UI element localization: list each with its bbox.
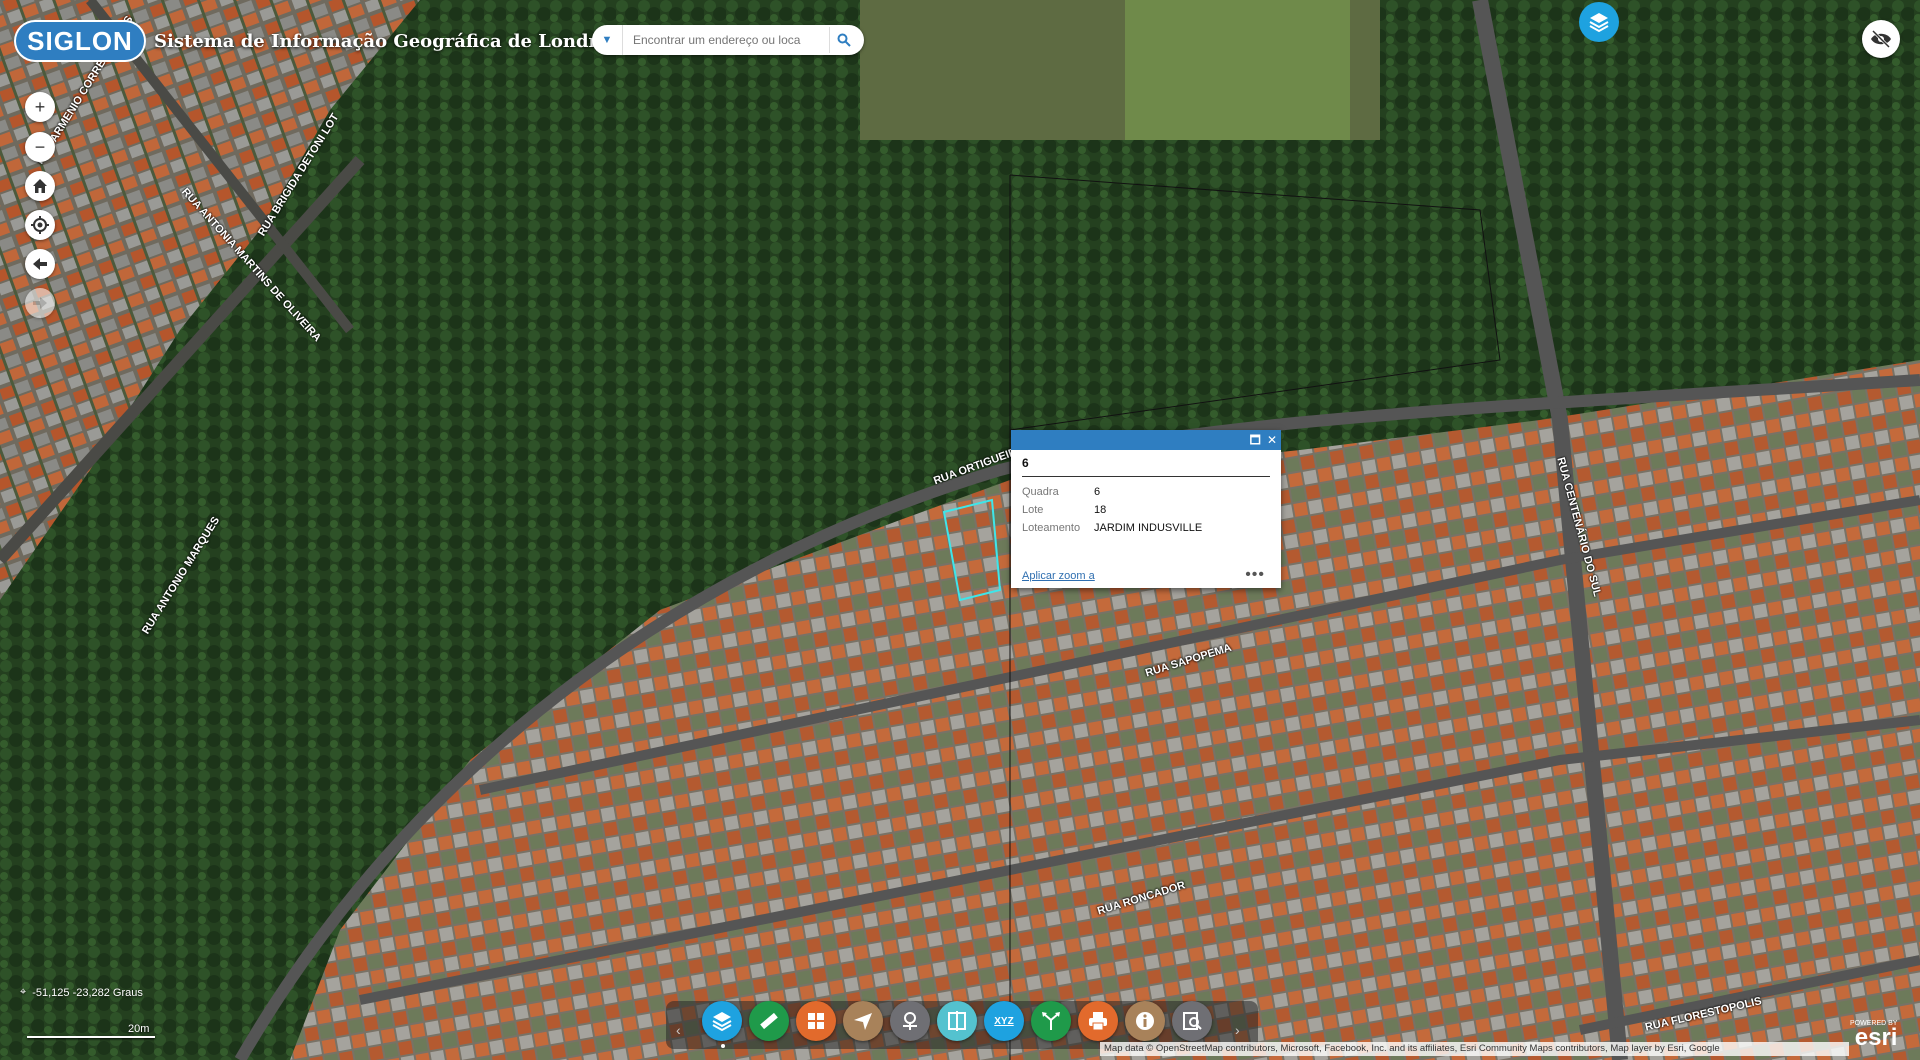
field-name: Lote xyxy=(1022,504,1044,516)
zoom-to-link[interactable]: Aplicar zoom a xyxy=(1022,570,1095,582)
directions-icon xyxy=(1042,1012,1060,1030)
crosshair-icon[interactable]: ⌖ xyxy=(20,986,26,999)
maximize-icon[interactable]: 🗖 xyxy=(1250,433,1261,447)
swipe-tool[interactable] xyxy=(937,1001,977,1041)
swipe-icon xyxy=(948,1011,966,1031)
popup-row: Quadra 6 xyxy=(1022,483,1202,501)
info-icon xyxy=(1136,1012,1154,1030)
visibility-toggle-button[interactable] xyxy=(1862,20,1900,58)
zoom-out-button[interactable]: − xyxy=(25,132,55,162)
esri-wordmark: esri xyxy=(1854,1024,1898,1051)
feature-popup: 🗖 ✕ 6 Quadra 6 Lote 18 Loteamento JARDIM… xyxy=(1011,430,1281,588)
about-tool[interactable] xyxy=(1125,1001,1165,1041)
esri-logo: POWERED BY esri xyxy=(1850,1020,1898,1051)
ruler-icon xyxy=(760,1012,778,1030)
home-icon xyxy=(33,179,47,193)
grid-icon xyxy=(808,1013,824,1029)
locate-tool[interactable] xyxy=(890,1001,930,1041)
toolbar-prev-button[interactable]: ‹ xyxy=(676,1022,681,1038)
field-value: JARDIM INDUSVILLE xyxy=(1094,522,1203,534)
toolbar-page-indicator xyxy=(721,1044,725,1048)
measure-tool[interactable] xyxy=(749,1001,789,1041)
app-title: Sistema de Informação Geográfica de Lond… xyxy=(154,30,630,52)
layers-icon xyxy=(1589,13,1609,33)
basemap-gallery-tool[interactable] xyxy=(796,1001,836,1041)
minus-icon: − xyxy=(34,136,46,157)
popup-attributes: Quadra 6 Lote 18 Loteamento JARDIM INDUS… xyxy=(1022,483,1202,537)
locate-me-button[interactable] xyxy=(25,210,55,240)
siglon-logo[interactable]: SIGLON xyxy=(14,20,146,62)
crosshair-icon xyxy=(31,216,49,234)
xyz-coordinates-tool[interactable]: XYZ xyxy=(984,1001,1024,1041)
navigation-icon xyxy=(854,1013,872,1030)
directions-tool[interactable] xyxy=(1031,1001,1071,1041)
map-attribution: Map data © OpenStreetMap contributors, M… xyxy=(1100,1042,1849,1056)
field-name: Loteamento xyxy=(1022,522,1081,534)
printer-icon xyxy=(1089,1012,1107,1031)
map-pin-icon xyxy=(903,1012,917,1030)
search-button[interactable] xyxy=(829,27,858,53)
scale-bar xyxy=(27,1036,155,1038)
satellite-imagery xyxy=(0,0,1920,1060)
chevron-down-icon: ▼ xyxy=(601,34,613,46)
arrow-right-icon xyxy=(33,297,47,309)
field-value: 18 xyxy=(1094,504,1107,516)
more-actions-button[interactable]: ••• xyxy=(1245,566,1265,584)
close-icon[interactable]: ✕ xyxy=(1267,433,1277,447)
previous-extent-button[interactable] xyxy=(25,249,55,279)
popup-row: Loteamento JARDIM INDUSVILLE xyxy=(1022,519,1202,537)
search-input[interactable] xyxy=(631,32,825,48)
home-button[interactable] xyxy=(25,171,55,201)
field-name: Quadra xyxy=(1022,486,1059,498)
app-header: SIGLON Sistema de Informação Geográfica … xyxy=(14,20,630,62)
coordinate-text: -51,125 -23,282 Graus xyxy=(32,986,143,999)
layers-icon xyxy=(712,1012,732,1032)
field-value: 6 xyxy=(1094,486,1101,498)
filter-tool[interactable] xyxy=(843,1001,883,1041)
query-tool[interactable] xyxy=(1172,1001,1212,1041)
popup-row: Lote 18 xyxy=(1022,501,1202,519)
coordinate-readout: ⌖ -51,125 -23,282 Graus xyxy=(20,986,143,999)
arrow-left-icon xyxy=(33,258,47,270)
xyz-icon: XYZ xyxy=(994,1015,1014,1027)
toolbar-next-button[interactable]: › xyxy=(1235,1022,1240,1038)
search-icon xyxy=(837,33,851,47)
next-extent-button[interactable] xyxy=(25,288,55,318)
satellite-map[interactable]: RUA ARMENIO CORREIA LENOS RUA BRIGIDA DE… xyxy=(0,0,1920,1060)
plus-icon: + xyxy=(34,96,46,117)
search-widget: ▼ xyxy=(592,25,864,55)
layer-list-button[interactable] xyxy=(1579,2,1619,42)
zoom-in-button[interactable]: + xyxy=(25,92,55,122)
search-source-dropdown[interactable]: ▼ xyxy=(592,25,623,55)
layers-tool[interactable] xyxy=(702,1001,742,1041)
print-tool[interactable] xyxy=(1078,1001,1118,1041)
eye-slash-icon xyxy=(1871,30,1891,48)
scale-label: 20m xyxy=(128,1023,150,1035)
query-icon xyxy=(1183,1012,1202,1030)
popup-title: 6 xyxy=(1022,456,1270,477)
popup-header: 🗖 ✕ xyxy=(1011,430,1281,450)
